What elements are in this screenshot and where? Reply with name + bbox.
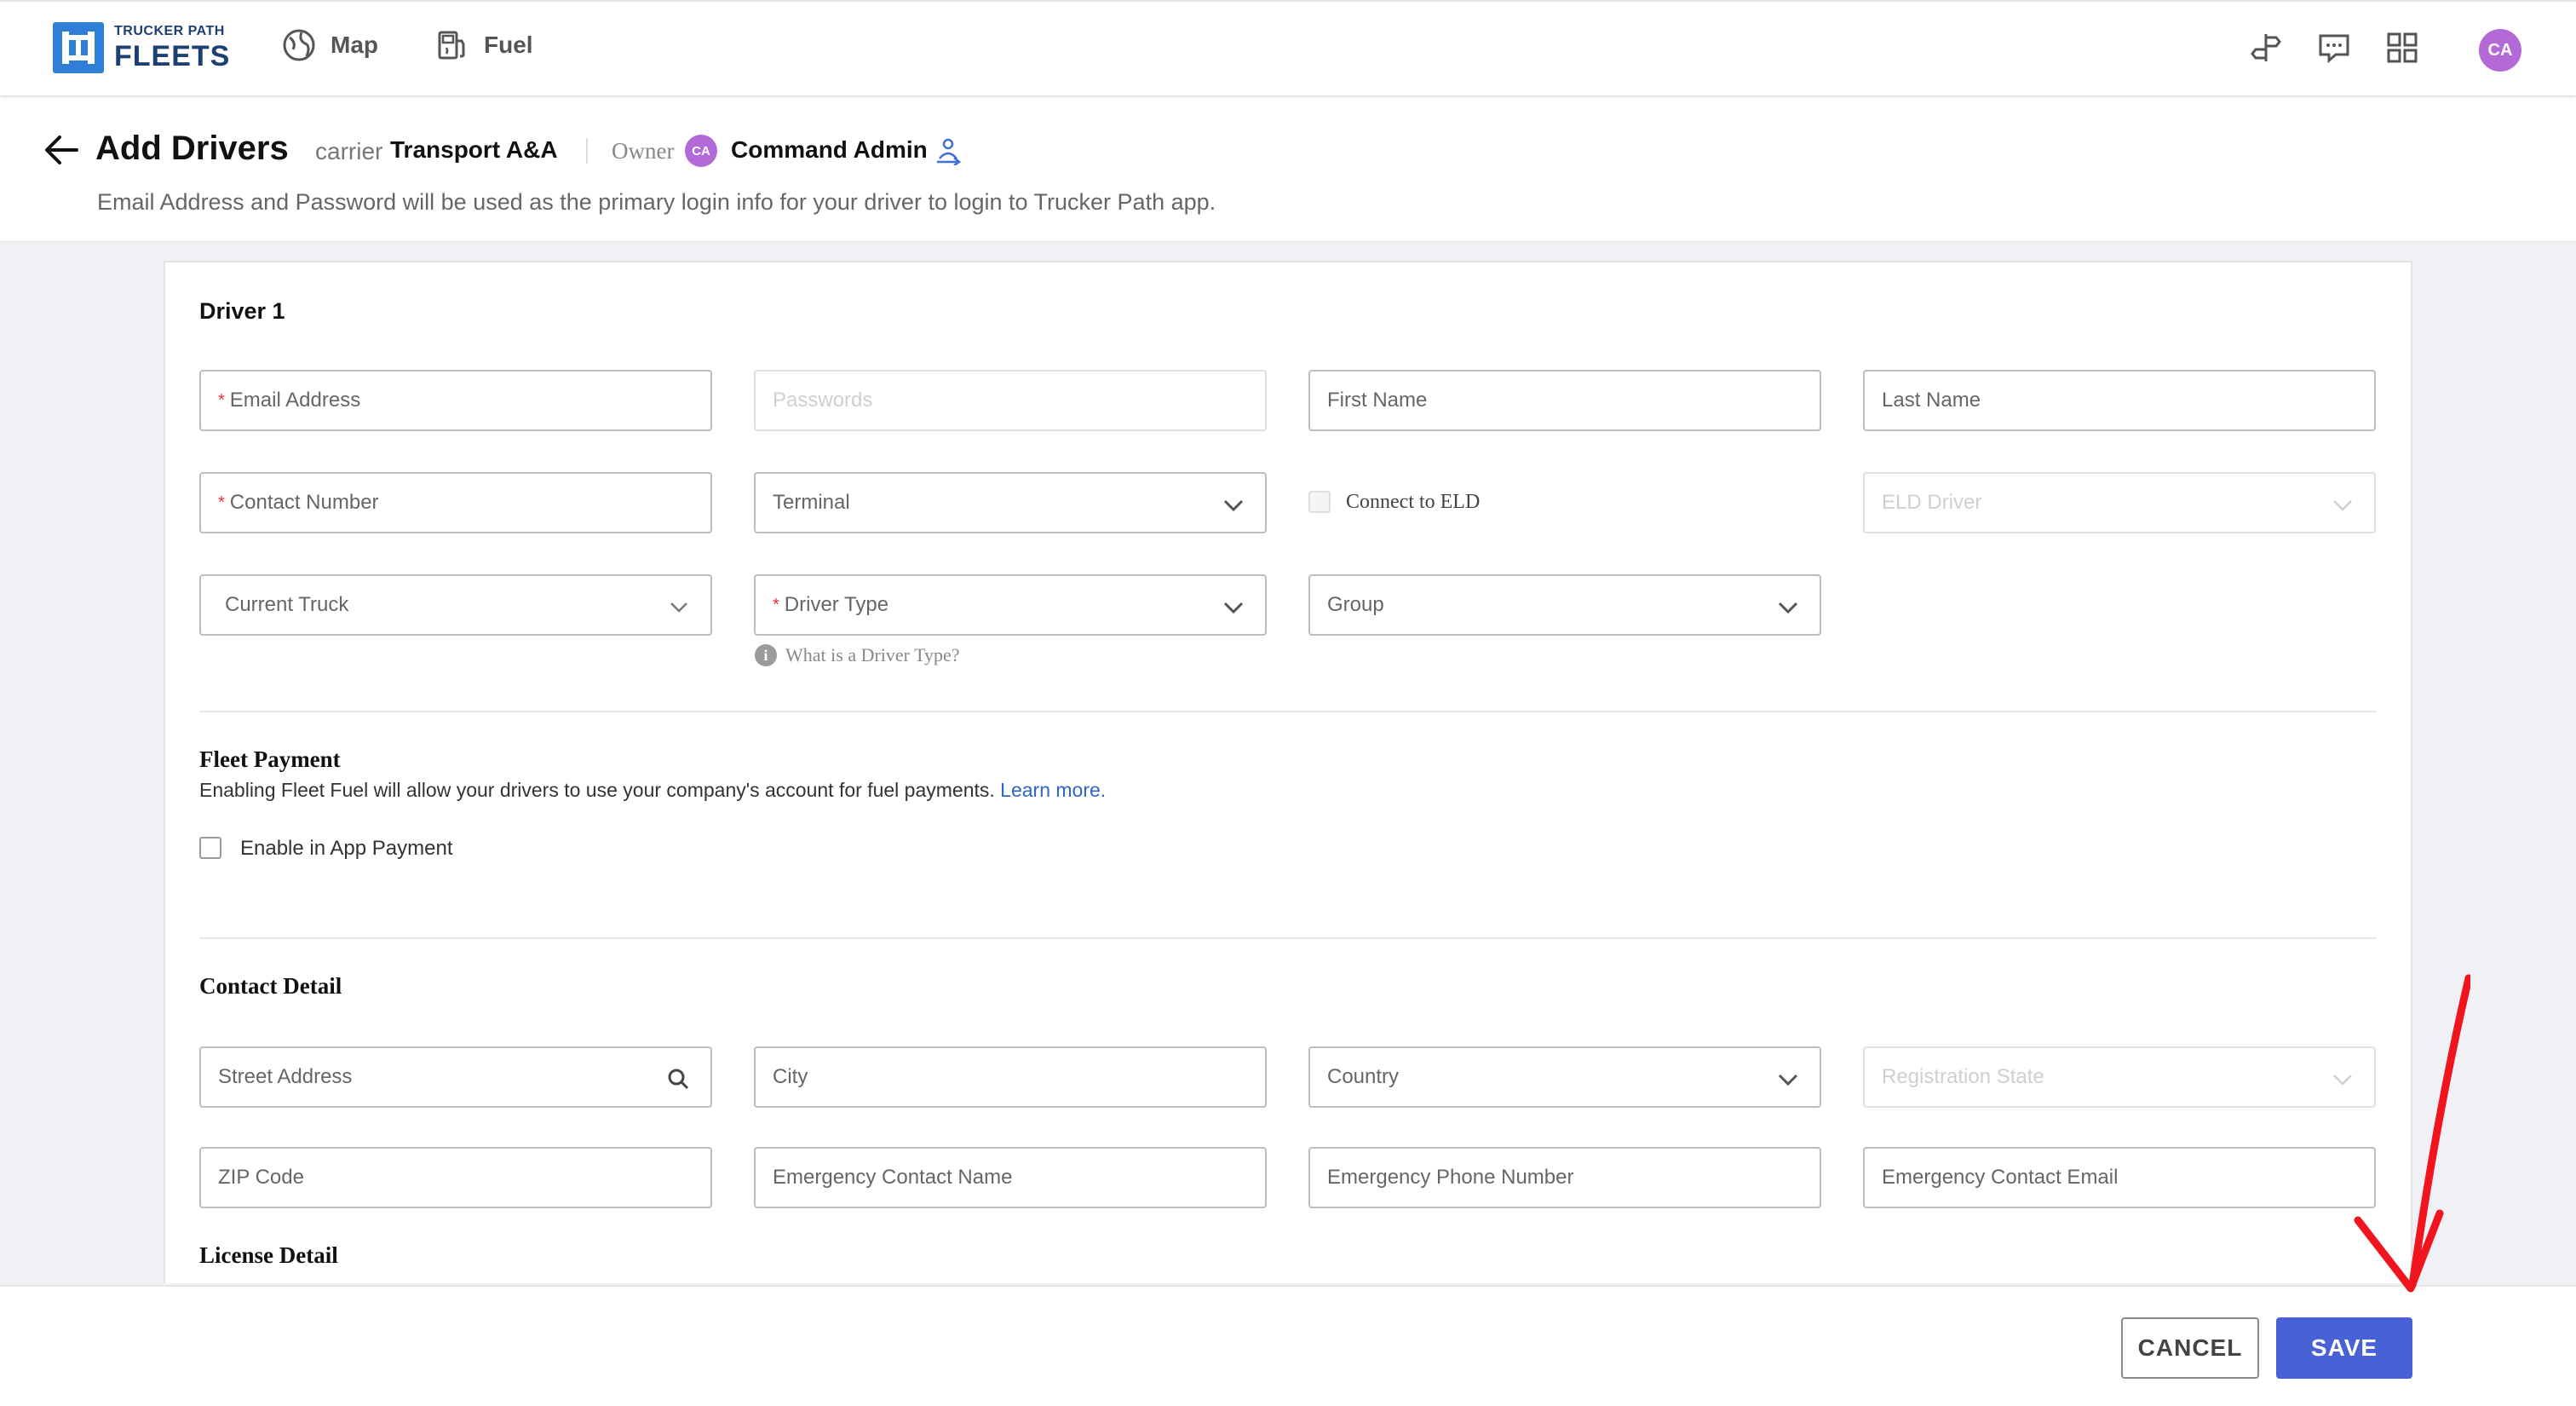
form-footer: CANCEL SAVE [0, 1285, 2576, 1406]
brand-small-text: TRUCKER PATH [114, 24, 225, 38]
emergency-phone-field[interactable]: Emergency Phone Number [1308, 1147, 1821, 1208]
terminal-placeholder: Terminal [773, 491, 850, 514]
password-field[interactable]: Passwords [754, 370, 1267, 431]
zip-code-field[interactable]: ZIP Code [199, 1147, 712, 1208]
registration-state-placeholder: Registration State [1882, 1065, 2044, 1088]
emergency-contact-name-placeholder: Emergency Contact Name [773, 1166, 1013, 1189]
chevron-down-icon [1223, 499, 1244, 512]
annotation-arrow-icon [2354, 974, 2470, 1293]
owner-label: Owner [612, 138, 675, 164]
enable-app-payment-label: Enable in App Payment [240, 837, 453, 860]
header-divider [586, 138, 588, 164]
last-name-placeholder: Last Name [1882, 389, 1981, 412]
user-avatar[interactable]: CA [2479, 29, 2521, 72]
route-icon[interactable] [2249, 31, 2283, 65]
page-title: Add Drivers [95, 130, 289, 167]
fuel-icon [438, 31, 465, 60]
email-placeholder: Email Address [229, 389, 361, 412]
top-navigation: TRUCKER PATH FLEETS Map Fuel CA [0, 0, 2576, 95]
street-address-field[interactable]: Street Address [199, 1046, 712, 1108]
password-placeholder: Passwords [773, 389, 873, 412]
nav-map[interactable]: Map [281, 27, 378, 63]
info-icon: i [755, 644, 777, 666]
group-select[interactable]: Group [1308, 574, 1821, 636]
chevron-down-icon [670, 602, 687, 613]
connect-eld-label: Connect to ELD [1346, 491, 1481, 513]
group-placeholder: Group [1327, 593, 1384, 616]
driver-type-select[interactable]: * Driver Type [754, 574, 1267, 636]
contact-detail-title: Contact Detail [199, 973, 342, 999]
connect-eld-checkbox[interactable] [1308, 491, 1331, 513]
country-placeholder: Country [1327, 1065, 1400, 1088]
nav-fuel[interactable]: Fuel [434, 27, 533, 63]
apps-grid-icon[interactable] [2385, 31, 2419, 65]
contact-number-placeholder: Contact Number [229, 491, 379, 514]
contact-number-field[interactable]: * Contact Number [199, 472, 712, 533]
nav-map-label: Map [331, 32, 378, 58]
chat-icon[interactable] [2317, 31, 2351, 65]
brand-big-text: FLEETS [114, 40, 231, 72]
license-detail-title: License Detail [199, 1242, 338, 1268]
city-placeholder: City [773, 1065, 808, 1088]
enable-app-payment-checkbox[interactable] [199, 837, 221, 859]
carrier-name: Transport A&A [390, 136, 558, 163]
cancel-button[interactable]: CANCEL [2121, 1317, 2259, 1379]
required-mark: * [218, 390, 225, 410]
page-subtitle: Email Address and Password will be used … [97, 189, 1216, 215]
map-icon [283, 29, 315, 61]
first-name-field[interactable]: First Name [1308, 370, 1821, 431]
brand-logo[interactable]: TRUCKER PATH FLEETS [53, 22, 230, 73]
page-header: Add Drivers carrier Transport A&A Owner … [0, 97, 2576, 242]
eld-driver-select[interactable]: ELD Driver [1863, 472, 2376, 533]
terminal-select[interactable]: Terminal [754, 472, 1267, 533]
emergency-email-placeholder: Emergency Contact Email [1882, 1166, 2119, 1189]
chevron-down-icon [2333, 500, 2352, 511]
owner-name: Command Admin [731, 136, 928, 163]
fleet-payment-title: Fleet Payment [199, 746, 341, 772]
switch-owner-icon[interactable] [934, 136, 963, 165]
fleet-payment-text: Enabling Fleet Fuel will allow your driv… [199, 779, 995, 801]
required-mark: * [773, 595, 779, 614]
registration-state-select[interactable]: Registration State [1863, 1046, 2376, 1108]
driver-section-title: Driver 1 [199, 298, 285, 324]
emergency-phone-placeholder: Emergency Phone Number [1327, 1166, 1574, 1189]
driver-type-help-link[interactable]: What is a Driver Type? [785, 644, 960, 666]
chevron-down-icon [1778, 1074, 1798, 1086]
save-button[interactable]: SAVE [2276, 1317, 2412, 1379]
search-icon [668, 1069, 689, 1090]
eld-driver-placeholder: ELD Driver [1882, 491, 1982, 514]
current-truck-select[interactable]: Current Truck [199, 574, 712, 636]
country-select[interactable]: Country [1308, 1046, 1821, 1108]
city-field[interactable]: City [754, 1046, 1267, 1108]
last-name-field[interactable]: Last Name [1863, 370, 2376, 431]
emergency-email-field[interactable]: Emergency Contact Email [1863, 1147, 2376, 1208]
street-address-placeholder: Street Address [218, 1065, 353, 1088]
driver-type-placeholder: Driver Type [784, 593, 889, 616]
chevron-down-icon [1223, 602, 1244, 614]
emergency-contact-name-field[interactable]: Emergency Contact Name [754, 1147, 1267, 1208]
owner-avatar: CA [685, 135, 717, 167]
first-name-placeholder: First Name [1327, 389, 1428, 412]
logo-icon [53, 22, 104, 73]
email-field[interactable]: * Email Address [199, 370, 712, 431]
zip-code-placeholder: ZIP Code [218, 1166, 304, 1189]
carrier-label: carrier [315, 138, 383, 164]
section-divider [199, 937, 2377, 939]
current-truck-placeholder: Current Truck [225, 593, 349, 616]
chevron-down-icon [1778, 602, 1798, 614]
fleet-payment-description: Enabling Fleet Fuel will allow your driv… [199, 779, 1106, 802]
required-mark: * [218, 493, 225, 512]
nav-fuel-label: Fuel [484, 32, 533, 58]
learn-more-link[interactable]: Learn more. [1000, 779, 1106, 801]
back-arrow-icon[interactable] [43, 133, 80, 167]
section-divider [199, 711, 2377, 712]
